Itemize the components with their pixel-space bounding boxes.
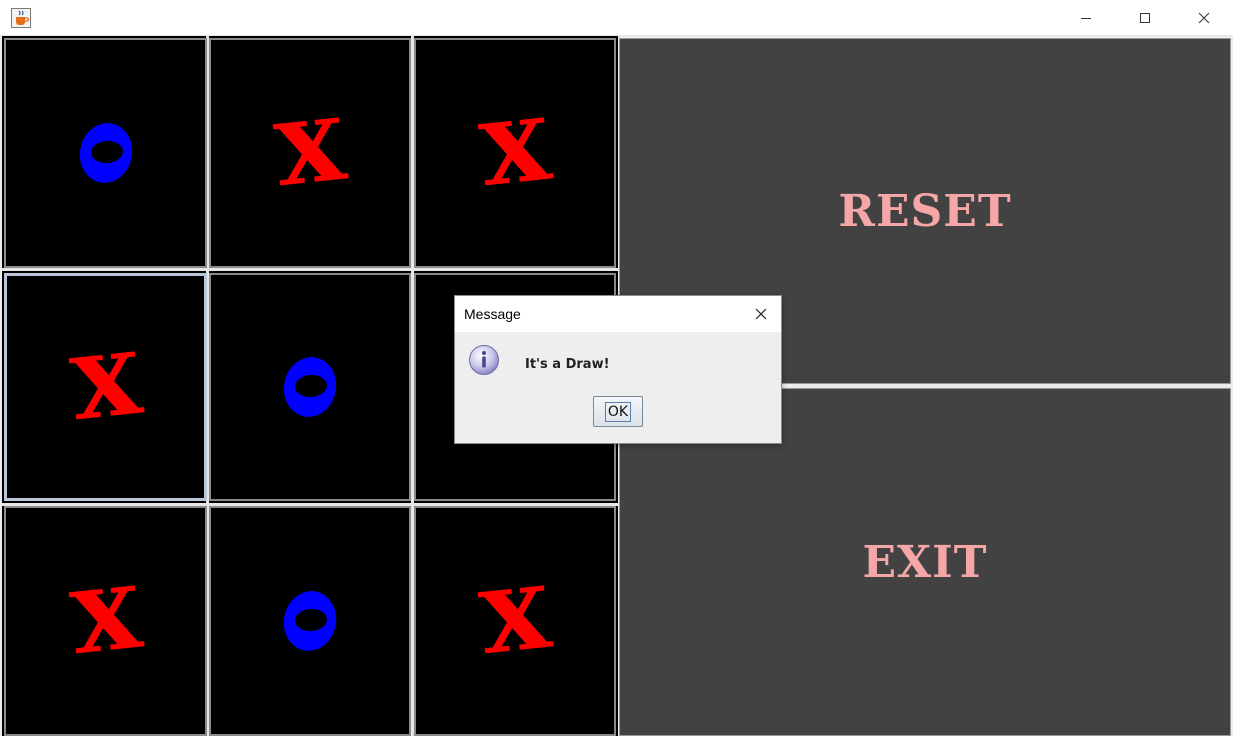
dialog-message: It's a Draw! — [525, 357, 610, 372]
window-titlebar — [0, 0, 1233, 36]
maximize-icon — [1140, 13, 1150, 23]
minimize-icon — [1081, 18, 1091, 19]
java-cup-icon — [11, 8, 31, 28]
o-mark — [283, 357, 337, 417]
exit-button-label: EXIT — [862, 536, 988, 588]
x-mark: X — [66, 333, 145, 440]
reset-button-label: RESET — [838, 185, 1012, 237]
close-icon — [755, 308, 767, 320]
x-mark: X — [475, 99, 555, 206]
o-mark — [283, 591, 337, 651]
x-mark: X — [270, 99, 350, 206]
close-window-button[interactable] — [1181, 0, 1227, 36]
info-icon — [469, 345, 499, 375]
dialog-titlebar: Message — [455, 296, 781, 332]
board-cell-3-1[interactable]: X — [4, 506, 207, 736]
dialog-close-button[interactable] — [741, 296, 781, 332]
board-cell-1-1[interactable] — [4, 38, 207, 268]
board-cell-1-3[interactable]: X — [414, 38, 616, 268]
ok-button-label: OK — [604, 401, 632, 422]
dialog-title: Message — [464, 306, 521, 322]
board-cell-3-2[interactable] — [209, 506, 411, 736]
maximize-button[interactable] — [1122, 0, 1168, 36]
x-mark: X — [475, 567, 555, 674]
board-cell-1-2[interactable]: X — [209, 38, 411, 268]
board-cell-2-1[interactable]: X — [4, 273, 207, 501]
board-cell-2-2[interactable] — [209, 273, 411, 501]
close-icon — [1198, 12, 1210, 24]
message-dialog: Message It's a Draw! OK — [454, 295, 782, 444]
grid-separator — [2, 268, 618, 271]
o-mark — [79, 123, 132, 183]
ok-button[interactable]: OK — [593, 396, 643, 427]
x-mark: X — [66, 567, 145, 674]
board-cell-3-3[interactable]: X — [414, 506, 616, 736]
minimize-button[interactable] — [1063, 0, 1109, 36]
